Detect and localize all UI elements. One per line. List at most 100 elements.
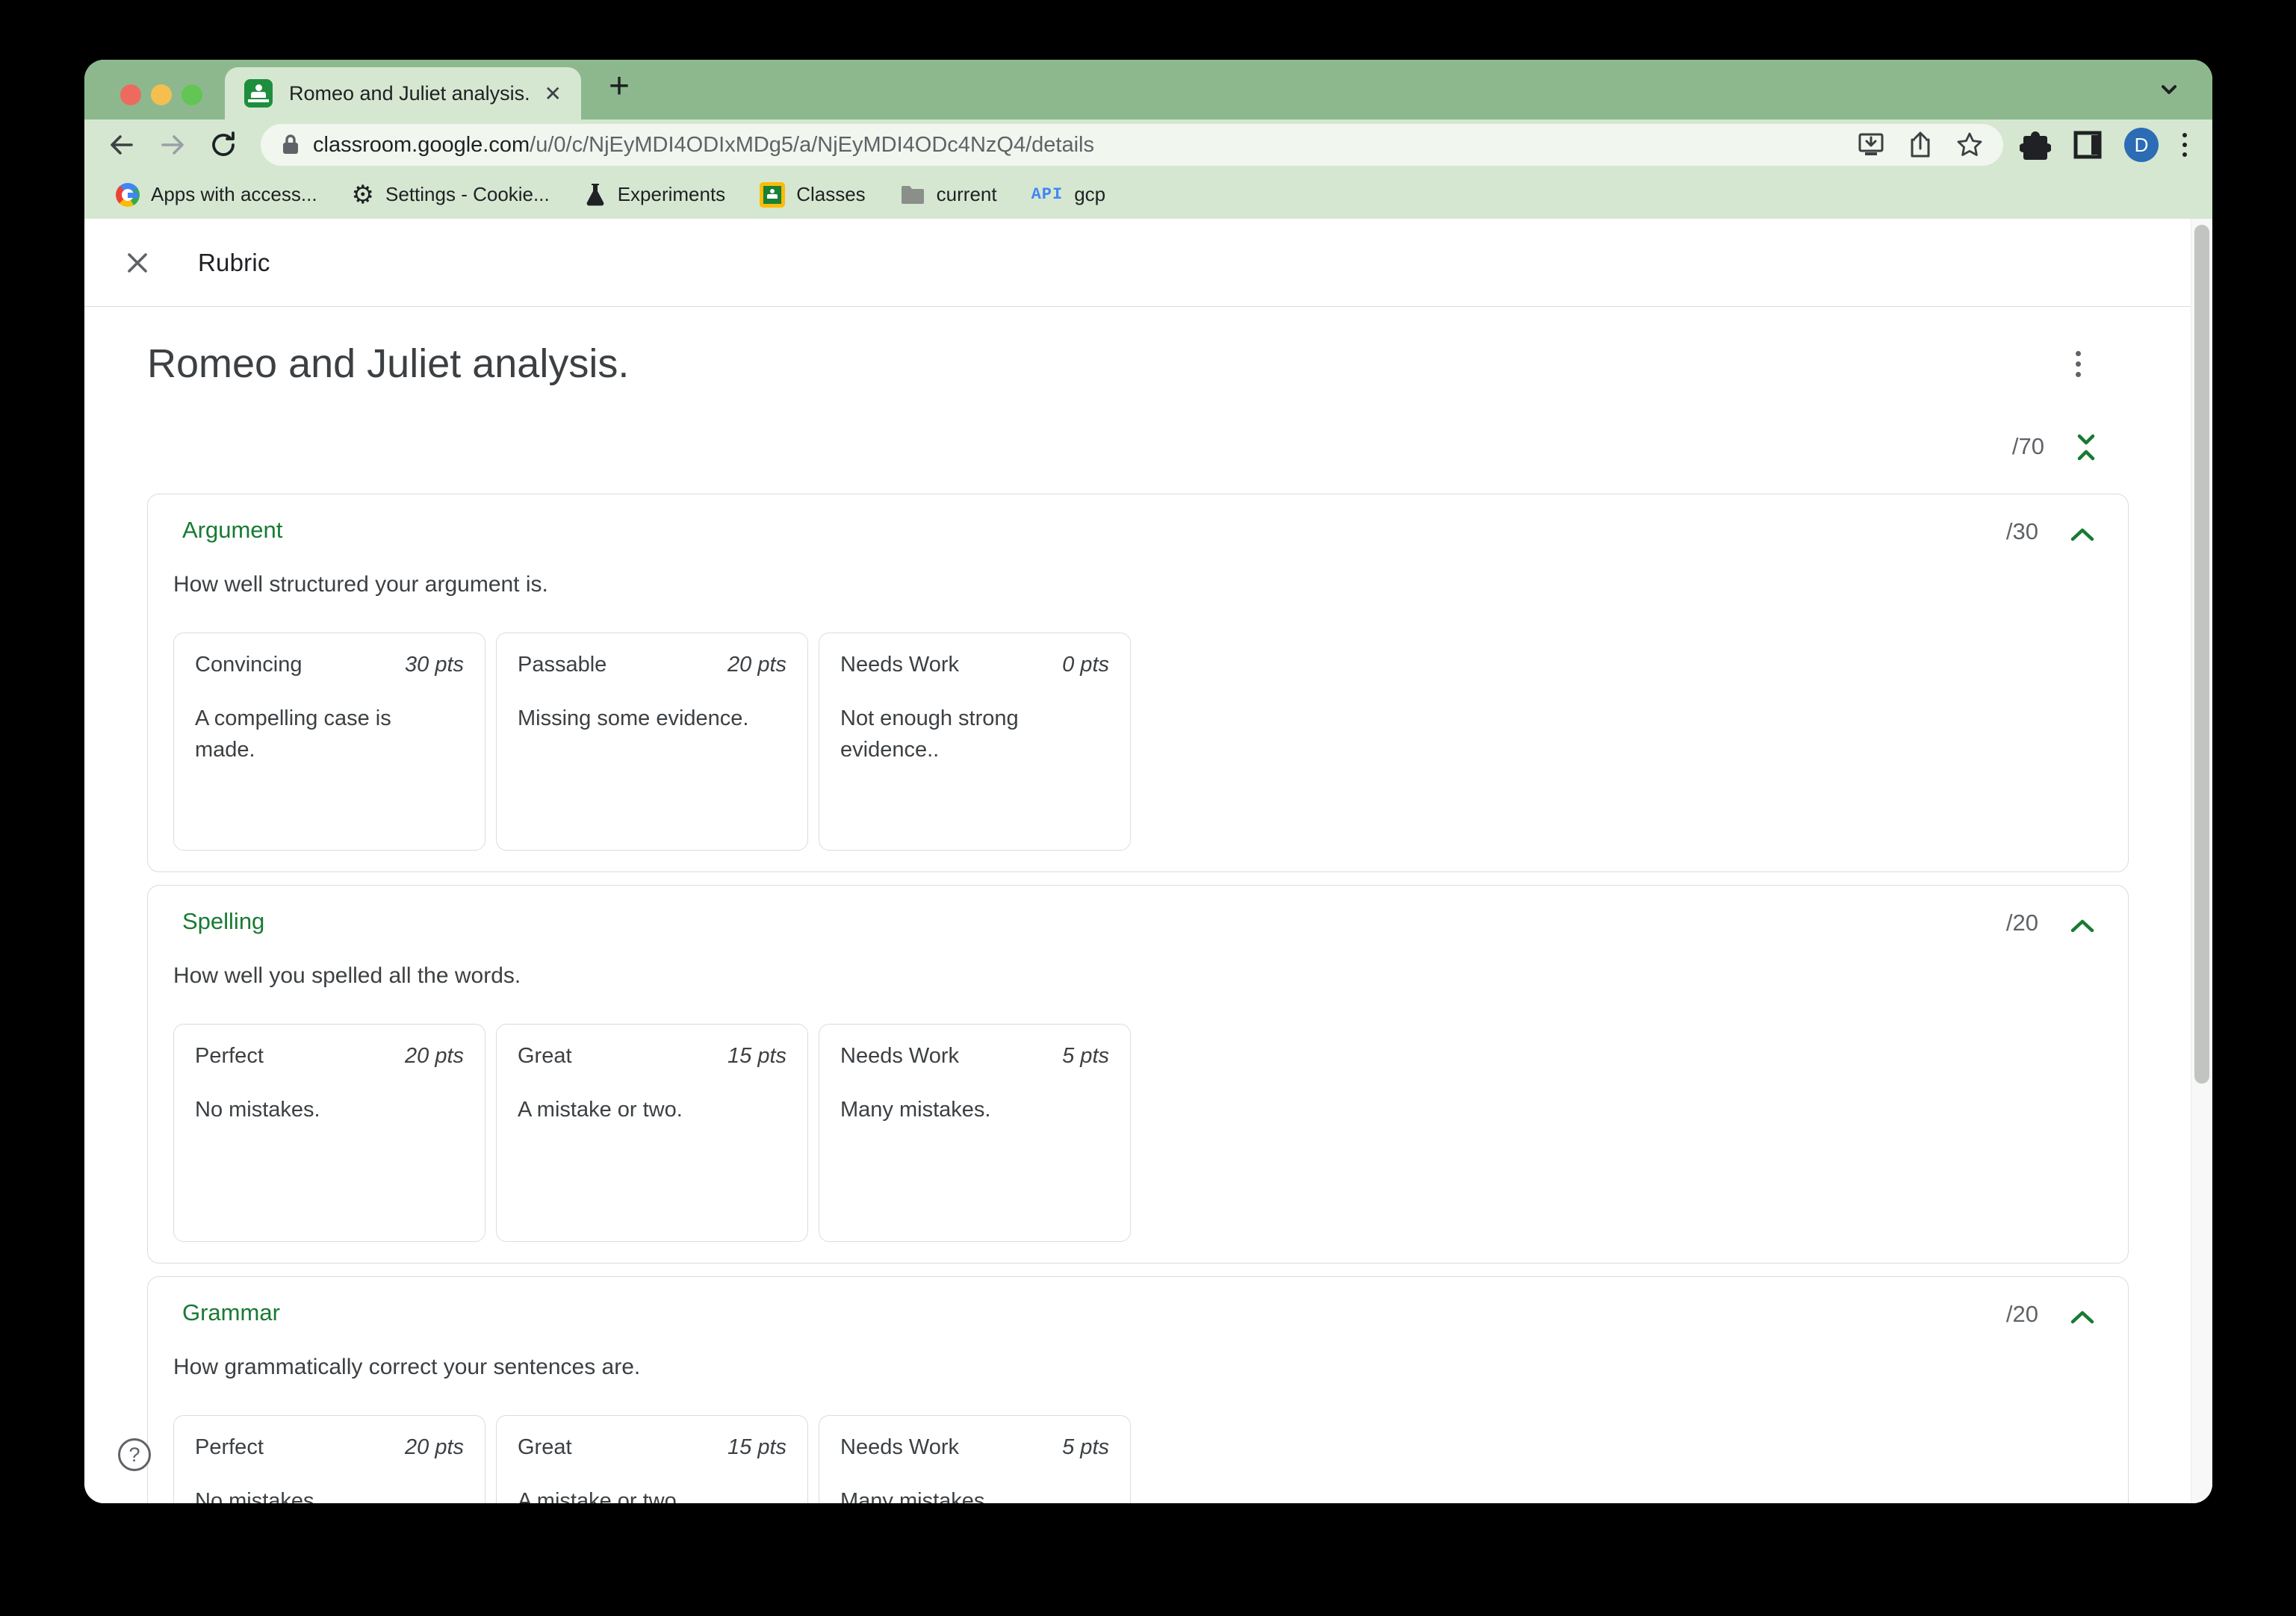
tab-strip: Romeo and Juliet analysis. ✕ + [84, 60, 2212, 119]
lock-icon[interactable] [280, 133, 301, 157]
level-description: Not enough strong evidence.. [840, 706, 1019, 762]
install-app-icon[interactable] [1857, 131, 1885, 158]
criterion-name: Grammar [182, 1299, 280, 1326]
assignment-title: Romeo and Juliet analysis. [147, 341, 630, 386]
zoom-window-button[interactable] [181, 84, 202, 105]
bookmark-gcp[interactable]: API gcp [1031, 183, 1106, 206]
level-description: A mistake or two. [518, 1489, 683, 1503]
level-card[interactable]: Perfect 20 pts No mistakes. [173, 1024, 485, 1242]
bookmark-current-folder[interactable]: current [900, 183, 997, 206]
criterion-points: /20 [2005, 910, 2038, 936]
bookmark-label: Classes [796, 183, 866, 205]
classroom-favicon-icon [244, 79, 273, 108]
level-card[interactable]: Great 15 pts A mistake or two. [496, 1415, 808, 1503]
bookmark-star-icon[interactable] [1955, 131, 1984, 159]
scrollbar-thumb[interactable] [2194, 225, 2209, 1084]
bookmarks-bar: Apps with access... ⚙ Settings - Cookie.… [84, 170, 2212, 219]
level-card[interactable]: Needs Work 5 pts Many mistakes. [819, 1415, 1131, 1503]
level-card[interactable]: Needs Work 0 pts Not enough strong eviden… [819, 633, 1131, 851]
help-icon[interactable]: ? [118, 1438, 151, 1471]
share-icon[interactable] [1908, 131, 1933, 159]
reload-button[interactable] [207, 128, 240, 161]
new-tab-button[interactable]: + [609, 66, 630, 107]
criterion-name: Argument [182, 517, 283, 543]
browser-menu-icon[interactable] [2179, 130, 2190, 160]
level-title: Perfect [195, 1435, 264, 1459]
classroom-rubric-page: Rubric Romeo and Juliet analysis. /70 Ar… [84, 219, 2212, 1503]
level-card[interactable]: Great 15 pts A mistake or two. [496, 1024, 808, 1242]
level-card[interactable]: Passable 20 pts Missing some evidence. [496, 633, 808, 851]
criterion-description: How well you spelled all the words. [173, 963, 521, 988]
criterion-points: /30 [2005, 518, 2038, 544]
criteria-list: Argument /30 How well structured your ar… [147, 494, 2129, 1503]
level-description: Many mistakes. [840, 1489, 991, 1503]
url-path: /u/0/c/NjEyMDI4ODIxMDg5/a/NjEyMDI4ODc4Nz… [530, 132, 1094, 157]
bookmark-label: current [936, 183, 997, 205]
bookmark-label: Settings - Cookie... [385, 183, 550, 205]
tab-title: Romeo and Juliet analysis. [289, 81, 530, 105]
url-domain: classroom.google.com [313, 132, 530, 157]
criterion-spelling: Spelling /20 How well you spelled all th… [147, 885, 2129, 1264]
bookmark-label: Experiments [617, 183, 726, 205]
extensions-puzzle-icon[interactable] [2020, 129, 2051, 161]
level-title: Great [518, 1435, 572, 1459]
bookmark-settings-cookie[interactable]: ⚙ Settings - Cookie... [352, 182, 550, 208]
level-description: A compelling case is made. [195, 706, 391, 762]
bookmark-label: gcp [1074, 183, 1106, 205]
url-text[interactable]: classroom.google.com/u/0/c/NjEyMDI4ODIxM… [313, 133, 1834, 158]
level-title: Perfect [195, 1044, 264, 1068]
level-description: No mistakes. [195, 1489, 320, 1503]
google-g-icon [116, 182, 140, 207]
tab-search-chevron-icon[interactable] [2156, 79, 2182, 100]
window-controls[interactable] [120, 84, 202, 105]
collapse-criterion-icon[interactable] [2067, 1307, 2098, 1329]
forward-button[interactable] [156, 128, 189, 161]
level-card[interactable]: Perfect 20 pts No mistakes. [173, 1415, 485, 1503]
flask-icon [584, 182, 606, 208]
level-card[interactable]: Convincing 30 pts A compelling case is ma… [173, 633, 485, 851]
criterion-grammar: Grammar /20 How grammatically correct yo… [147, 1276, 2129, 1503]
level-card[interactable]: Needs Work 5 pts Many mistakes. [819, 1024, 1131, 1242]
back-button[interactable] [105, 128, 138, 161]
close-window-button[interactable] [120, 84, 141, 105]
page-scrollbar[interactable] [2191, 219, 2212, 1503]
gear-icon: ⚙ [351, 180, 375, 209]
tab-close-icon[interactable]: ✕ [544, 81, 562, 106]
level-points: 20 pts [405, 1435, 464, 1459]
collapse-criterion-icon[interactable] [2067, 916, 2098, 938]
minimize-window-button[interactable] [151, 84, 172, 105]
rubric-panel-title: Rubric [198, 248, 270, 276]
browser-tab[interactable]: Romeo and Juliet analysis. ✕ [225, 67, 581, 119]
rubric-content: Romeo and Juliet analysis. /70 Argument … [84, 308, 2191, 1503]
browser-toolbar: classroom.google.com/u/0/c/NjEyMDI4ODIxM… [84, 119, 2212, 170]
rubric-menu-icon[interactable] [2073, 348, 2084, 380]
criterion-points: /20 [2005, 1301, 2038, 1327]
api-icon: API [1031, 185, 1064, 204]
address-bar[interactable]: classroom.google.com/u/0/c/NjEyMDI4ODIxM… [261, 124, 2003, 166]
level-points: 15 pts [727, 1044, 786, 1068]
levels-row: Convincing 30 pts A compelling case is ma… [173, 633, 1131, 851]
level-title: Needs Work [840, 1435, 960, 1459]
bookmark-apps-with-access[interactable]: Apps with access... [116, 182, 317, 207]
collapse-criterion-icon[interactable] [2067, 524, 2098, 547]
bookmark-experiments[interactable]: Experiments [584, 182, 726, 208]
levels-row: Perfect 20 pts No mistakes. Great 15 pts A… [173, 1415, 1131, 1503]
profile-avatar[interactable]: D [2124, 128, 2159, 162]
rubric-panel-header: Rubric [84, 219, 2191, 307]
level-title: Great [518, 1044, 572, 1068]
level-points: 30 pts [405, 653, 464, 677]
classroom-icon [760, 181, 786, 208]
criterion-description: How grammatically correct your sentences… [173, 1355, 641, 1379]
criterion-argument: Argument /30 How well structured your ar… [147, 494, 2129, 872]
level-title: Needs Work [840, 653, 960, 677]
level-title: Needs Work [840, 1044, 960, 1068]
collapse-all-icon[interactable] [2069, 430, 2103, 464]
level-points: 5 pts [1062, 1044, 1109, 1068]
levels-row: Perfect 20 pts No mistakes. Great 15 pts A… [173, 1024, 1131, 1242]
bookmark-label: Apps with access... [151, 183, 317, 205]
close-rubric-icon[interactable] [123, 249, 152, 277]
level-description: No mistakes. [195, 1098, 320, 1122]
rubric-total-points: /70 [2011, 433, 2044, 459]
side-panel-icon[interactable] [2072, 129, 2103, 161]
bookmark-classes[interactable]: Classes [760, 181, 866, 208]
